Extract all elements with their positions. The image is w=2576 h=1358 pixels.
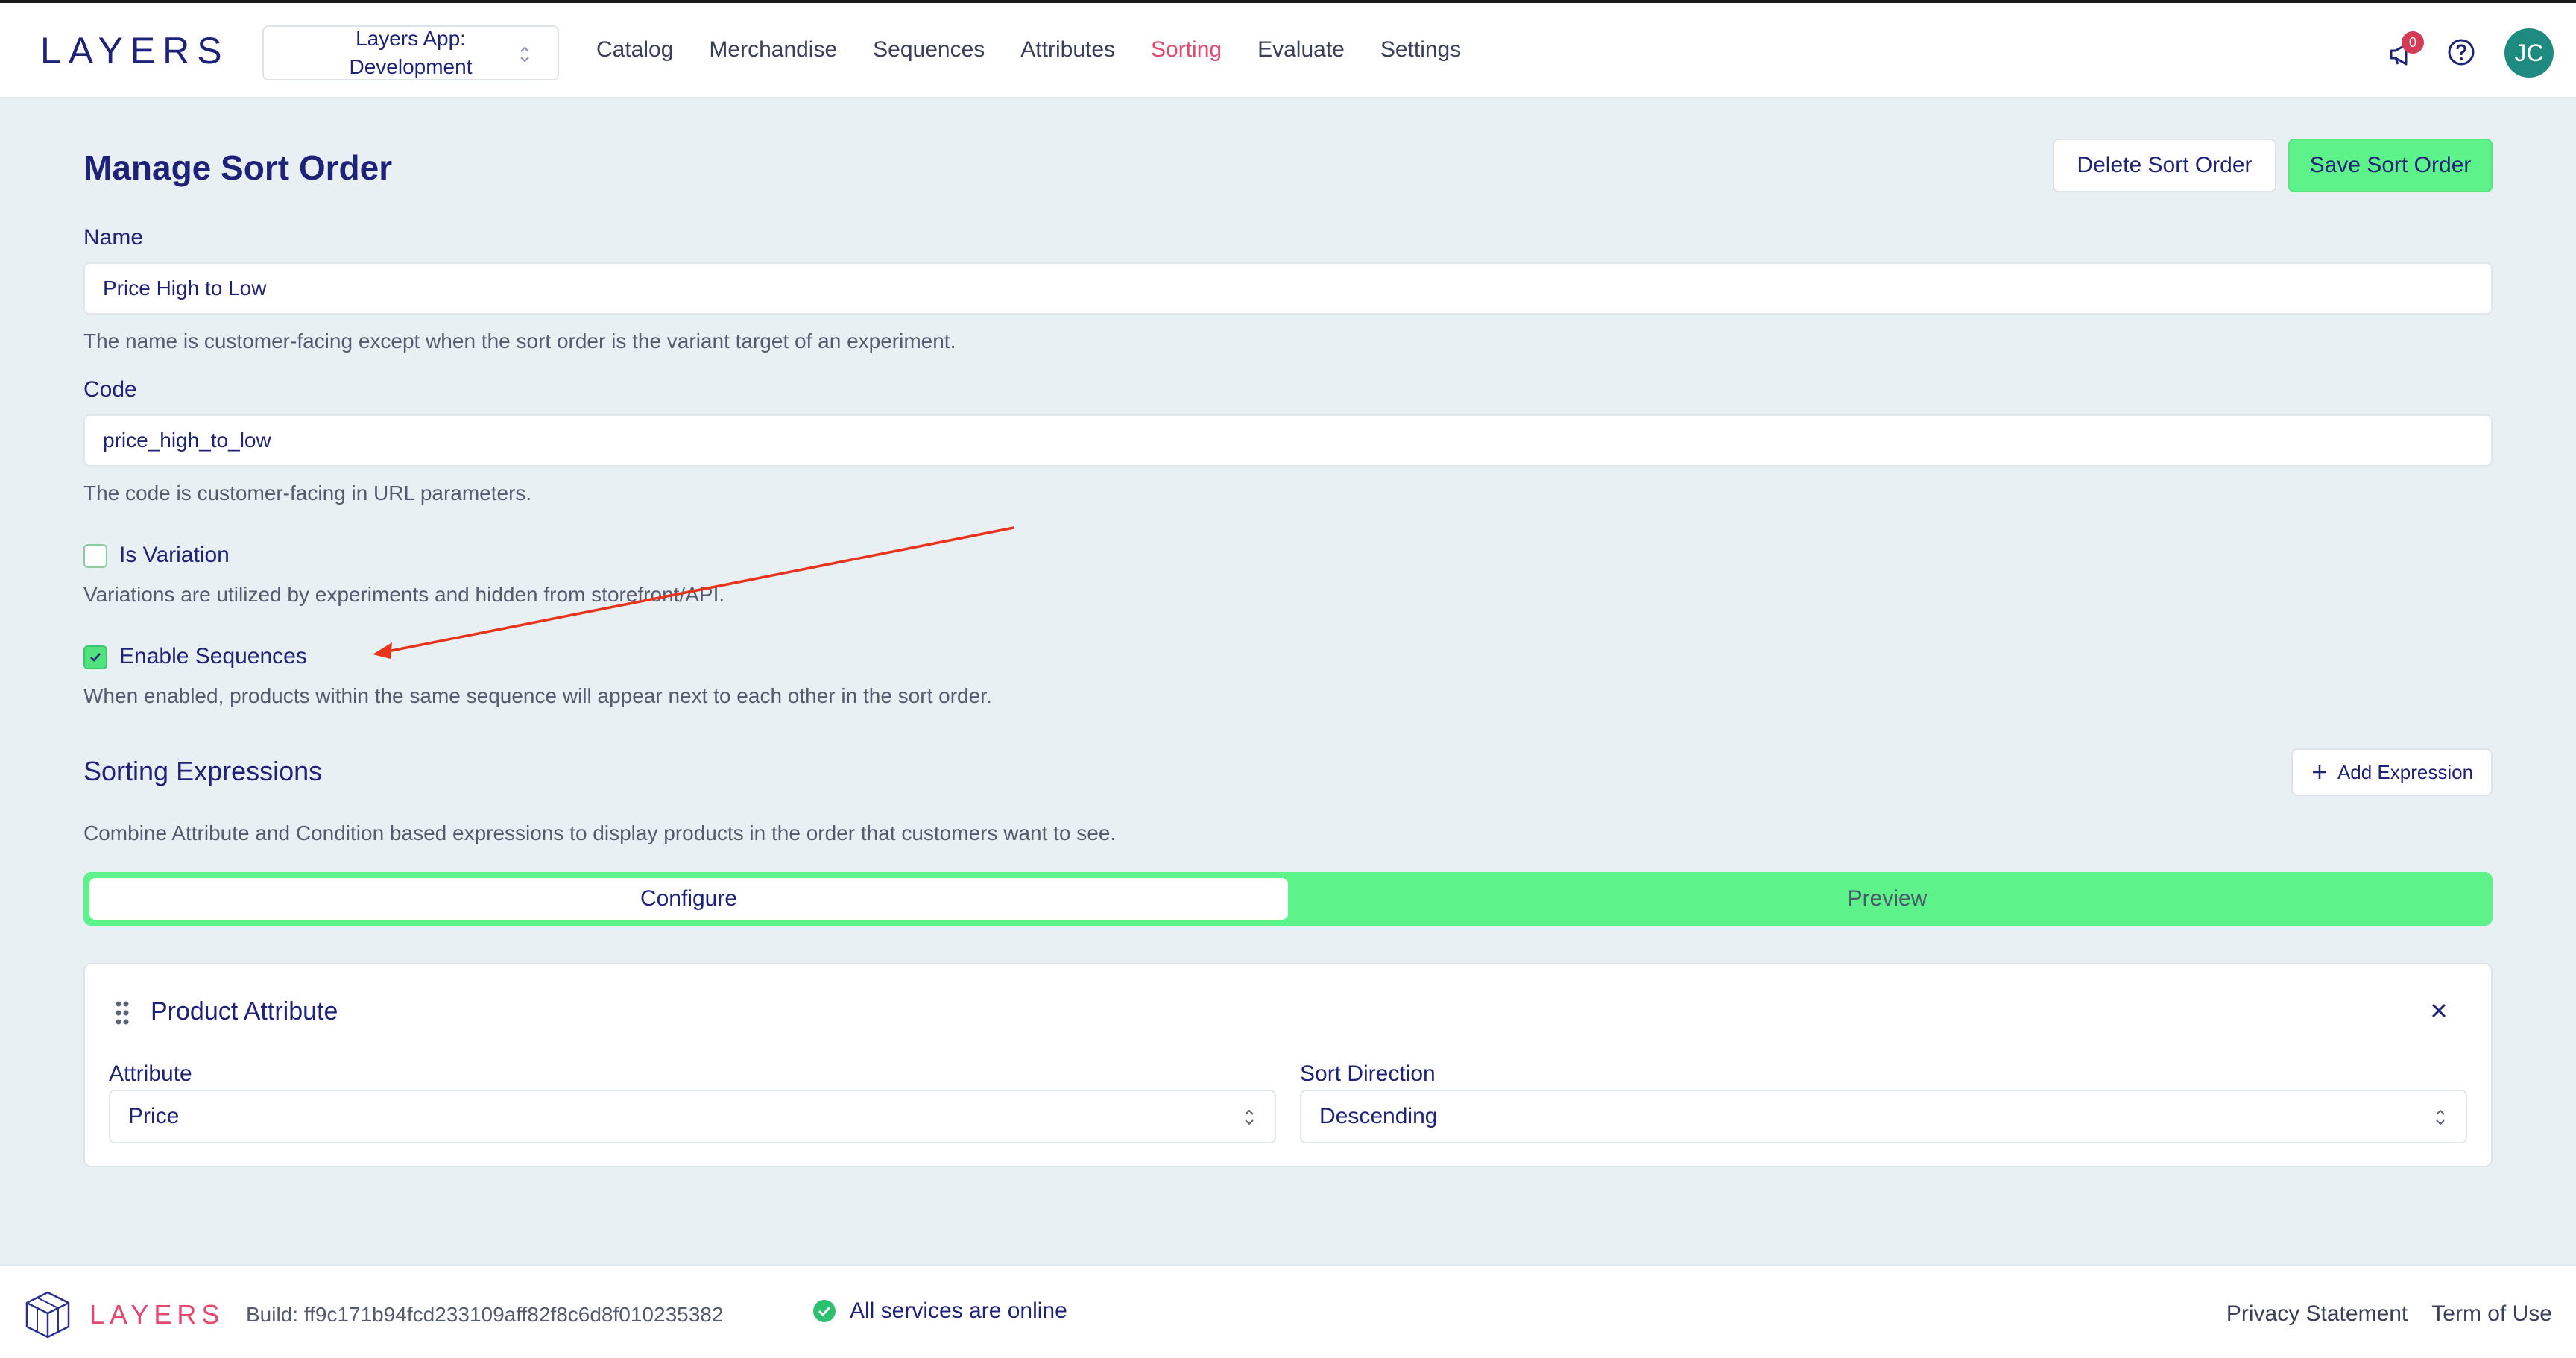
delete-sort-order-button[interactable]: Delete Sort Order (2053, 139, 2276, 192)
enable-sequences-help-text: When enabled, products within the same s… (83, 684, 992, 707)
sorting-expressions-title: Sorting Expressions (83, 756, 323, 786)
tab-configure[interactable]: Configure (89, 878, 1288, 920)
name-help-text: The name is customer-facing except when … (83, 329, 956, 353)
notification-badge: 0 (2402, 31, 2424, 54)
user-avatar[interactable]: JC (2504, 28, 2554, 78)
drag-handle-icon[interactable] (115, 1000, 130, 1026)
sort-direction-label: Sort Direction (1300, 1061, 1436, 1086)
checkmark-icon (90, 653, 101, 662)
add-expression-button[interactable]: Add Expression (2291, 748, 2493, 796)
terms-of-use-link[interactable]: Term of Use (2431, 1301, 2552, 1327)
attribute-label: Attribute (109, 1061, 192, 1086)
sort-direction-select[interactable]: Descending (1300, 1090, 2467, 1143)
tab-preview[interactable]: Preview (1288, 878, 2487, 920)
layers-cube-icon (25, 1291, 70, 1339)
is-variation-help-text: Variations are utilized by experiments a… (83, 583, 725, 606)
nav-sorting[interactable]: Sorting (1151, 37, 1222, 63)
nav-sequences[interactable]: Sequences (873, 37, 985, 63)
privacy-statement-link[interactable]: Privacy Statement (2226, 1301, 2408, 1327)
page-title: Manage Sort Order (83, 148, 393, 187)
footer-logo-text: LAYERS (89, 1299, 225, 1330)
nav-attributes[interactable]: Attributes (1020, 37, 1115, 63)
sorting-description: Combine Attribute and Condition based ex… (83, 821, 1117, 844)
environment-select[interactable]: Layers App: Development (262, 25, 559, 80)
code-label: Code (83, 377, 137, 402)
name-label: Name (83, 225, 144, 250)
environment-label: Layers App: Development (291, 25, 530, 81)
service-status-text: All services are online (850, 1298, 1067, 1323)
chevron-updown-icon (2436, 1109, 2445, 1125)
environment-label-line2: Development (349, 55, 473, 78)
save-sort-order-button[interactable]: Save Sort Order (2288, 139, 2493, 192)
enable-sequences-label[interactable]: Enable Sequences (119, 644, 307, 669)
chevron-updown-icon (520, 46, 529, 63)
service-status: All services are online (812, 1298, 1067, 1324)
environment-label-line1: Layers App: (356, 27, 466, 50)
nav-merchandise[interactable]: Merchandise (709, 37, 837, 63)
main-nav: Catalog Merchandise Sequences Attributes… (596, 37, 1461, 63)
enable-sequences-checkbox[interactable] (83, 645, 107, 669)
add-expression-label: Add Expression (2337, 760, 2474, 783)
layers-logo[interactable]: LAYERS (40, 30, 230, 72)
logo-text: LAYERS (40, 30, 230, 72)
is-variation-label[interactable]: Is Variation (119, 543, 230, 568)
card-title: Product Attribute (151, 997, 338, 1026)
top-header: LAYERS Layers App: Development Catalog M… (0, 3, 2576, 98)
nav-settings[interactable]: Settings (1380, 37, 1461, 63)
footer: LAYERS Build: ff9c171b94fcd233109aff82f8… (0, 1264, 2576, 1358)
nav-catalog[interactable]: Catalog (596, 37, 673, 63)
product-attribute-card: Product Attribute Attribute Price Sort D… (83, 963, 2493, 1167)
code-input[interactable]: price_high_to_low (83, 414, 2493, 467)
attribute-select[interactable]: Price (109, 1090, 1276, 1143)
attribute-value: Price (128, 1104, 180, 1128)
footer-links: Privacy Statement Term of Use (2226, 1301, 2552, 1327)
name-input[interactable]: Price High to Low (83, 262, 2493, 315)
close-icon[interactable] (2428, 1000, 2449, 1021)
nav-evaluate[interactable]: Evaluate (1257, 37, 1345, 63)
code-help-text: The code is customer-facing in URL param… (83, 481, 532, 505)
check-circle-icon (813, 1300, 836, 1322)
plus-icon (2312, 765, 2326, 779)
sort-direction-value: Descending (1319, 1104, 1438, 1128)
build-hash: Build: ff9c171b94fcd233109aff82f8c6d8f01… (246, 1303, 724, 1326)
expression-tabs: Configure Preview (83, 872, 2493, 926)
footer-logo[interactable]: LAYERS (21, 1288, 224, 1342)
help-icon[interactable] (2446, 37, 2476, 67)
is-variation-checkbox[interactable] (83, 544, 107, 568)
chevron-updown-icon (1245, 1109, 1254, 1125)
